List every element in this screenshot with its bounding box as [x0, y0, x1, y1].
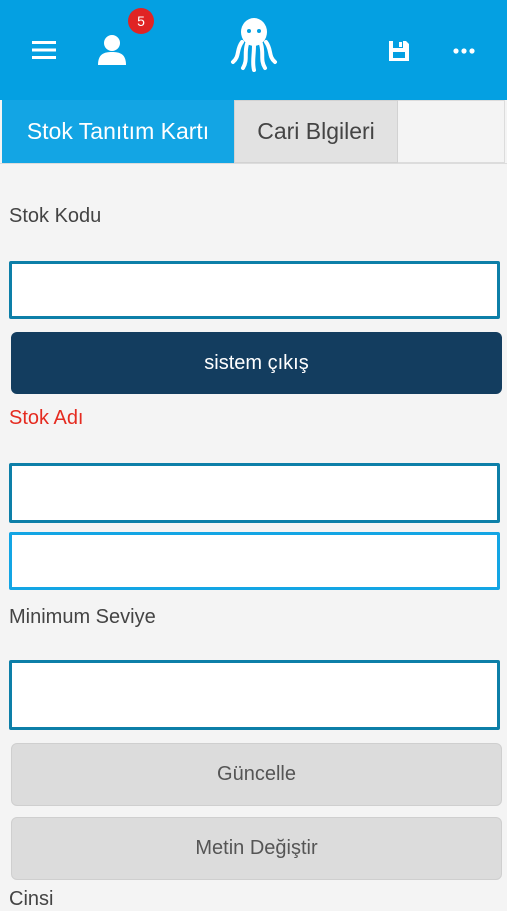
stok-adi-input[interactable]	[12, 466, 497, 520]
save-icon[interactable]	[382, 34, 416, 68]
stok-kodu-field[interactable]	[9, 261, 500, 319]
guncelle-button[interactable]: Güncelle	[11, 743, 502, 806]
minimum-seviye-field[interactable]	[9, 660, 500, 730]
stok-adi-secondary-input[interactable]	[12, 535, 497, 587]
stok-adi-label: Stok Adı	[9, 407, 84, 429]
minimum-seviye-input[interactable]	[12, 663, 497, 727]
top-app-bar: 5	[0, 0, 507, 100]
metin-degistir-button[interactable]: Metin Değiştir	[11, 817, 502, 880]
tab-stok-tanitim-karti[interactable]: Stok Tanıtım Kartı	[2, 100, 234, 163]
stok-kodu-input[interactable]	[12, 264, 497, 316]
notification-badge: 5	[128, 8, 154, 34]
more-icon[interactable]	[446, 36, 482, 66]
menu-icon[interactable]	[26, 32, 62, 68]
user-icon[interactable]	[92, 28, 132, 72]
tab-empty-area	[398, 100, 505, 163]
stok-adi-secondary-field[interactable]	[9, 532, 500, 590]
tab-cari-bilgileri[interactable]: Cari Blgileri	[234, 100, 398, 163]
tab-bar: Stok Tanıtım Kartı Cari Blgileri	[0, 100, 507, 164]
stok-adi-field[interactable]	[9, 463, 500, 523]
stok-kodu-label: Stok Kodu	[9, 205, 102, 227]
octopus-logo-icon	[228, 14, 280, 74]
minimum-seviye-label: Minimum Seviye	[9, 606, 156, 628]
sistem-cikis-button[interactable]: sistem çıkış	[11, 332, 502, 394]
